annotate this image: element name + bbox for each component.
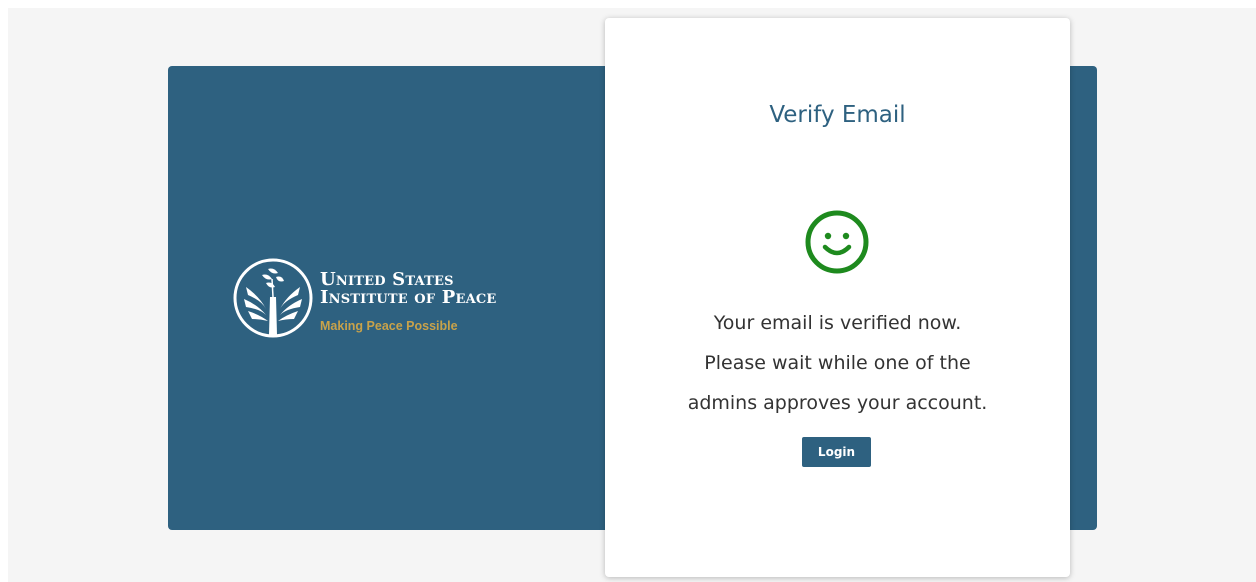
message-line: Your email is verified now. [713,312,962,334]
usip-logo: United States Institute of Peace Making … [232,257,532,339]
smiley-icon [805,210,869,274]
login-button[interactable]: Login [802,437,871,467]
brand-tagline: Making Peace Possible [320,319,458,333]
brand-name-line2: Institute of Peace [320,287,497,308]
card-title: Verify Email [769,102,906,128]
verify-email-card: Verify Email Your email is verified now.… [605,18,1070,577]
dove-olive-branch-emblem-icon [233,258,313,338]
verification-message: Your email is verified now. Please wait … [605,303,1070,423]
message-line: admins approves your account. [687,392,988,414]
message-line: Please wait while one of the [704,352,971,374]
